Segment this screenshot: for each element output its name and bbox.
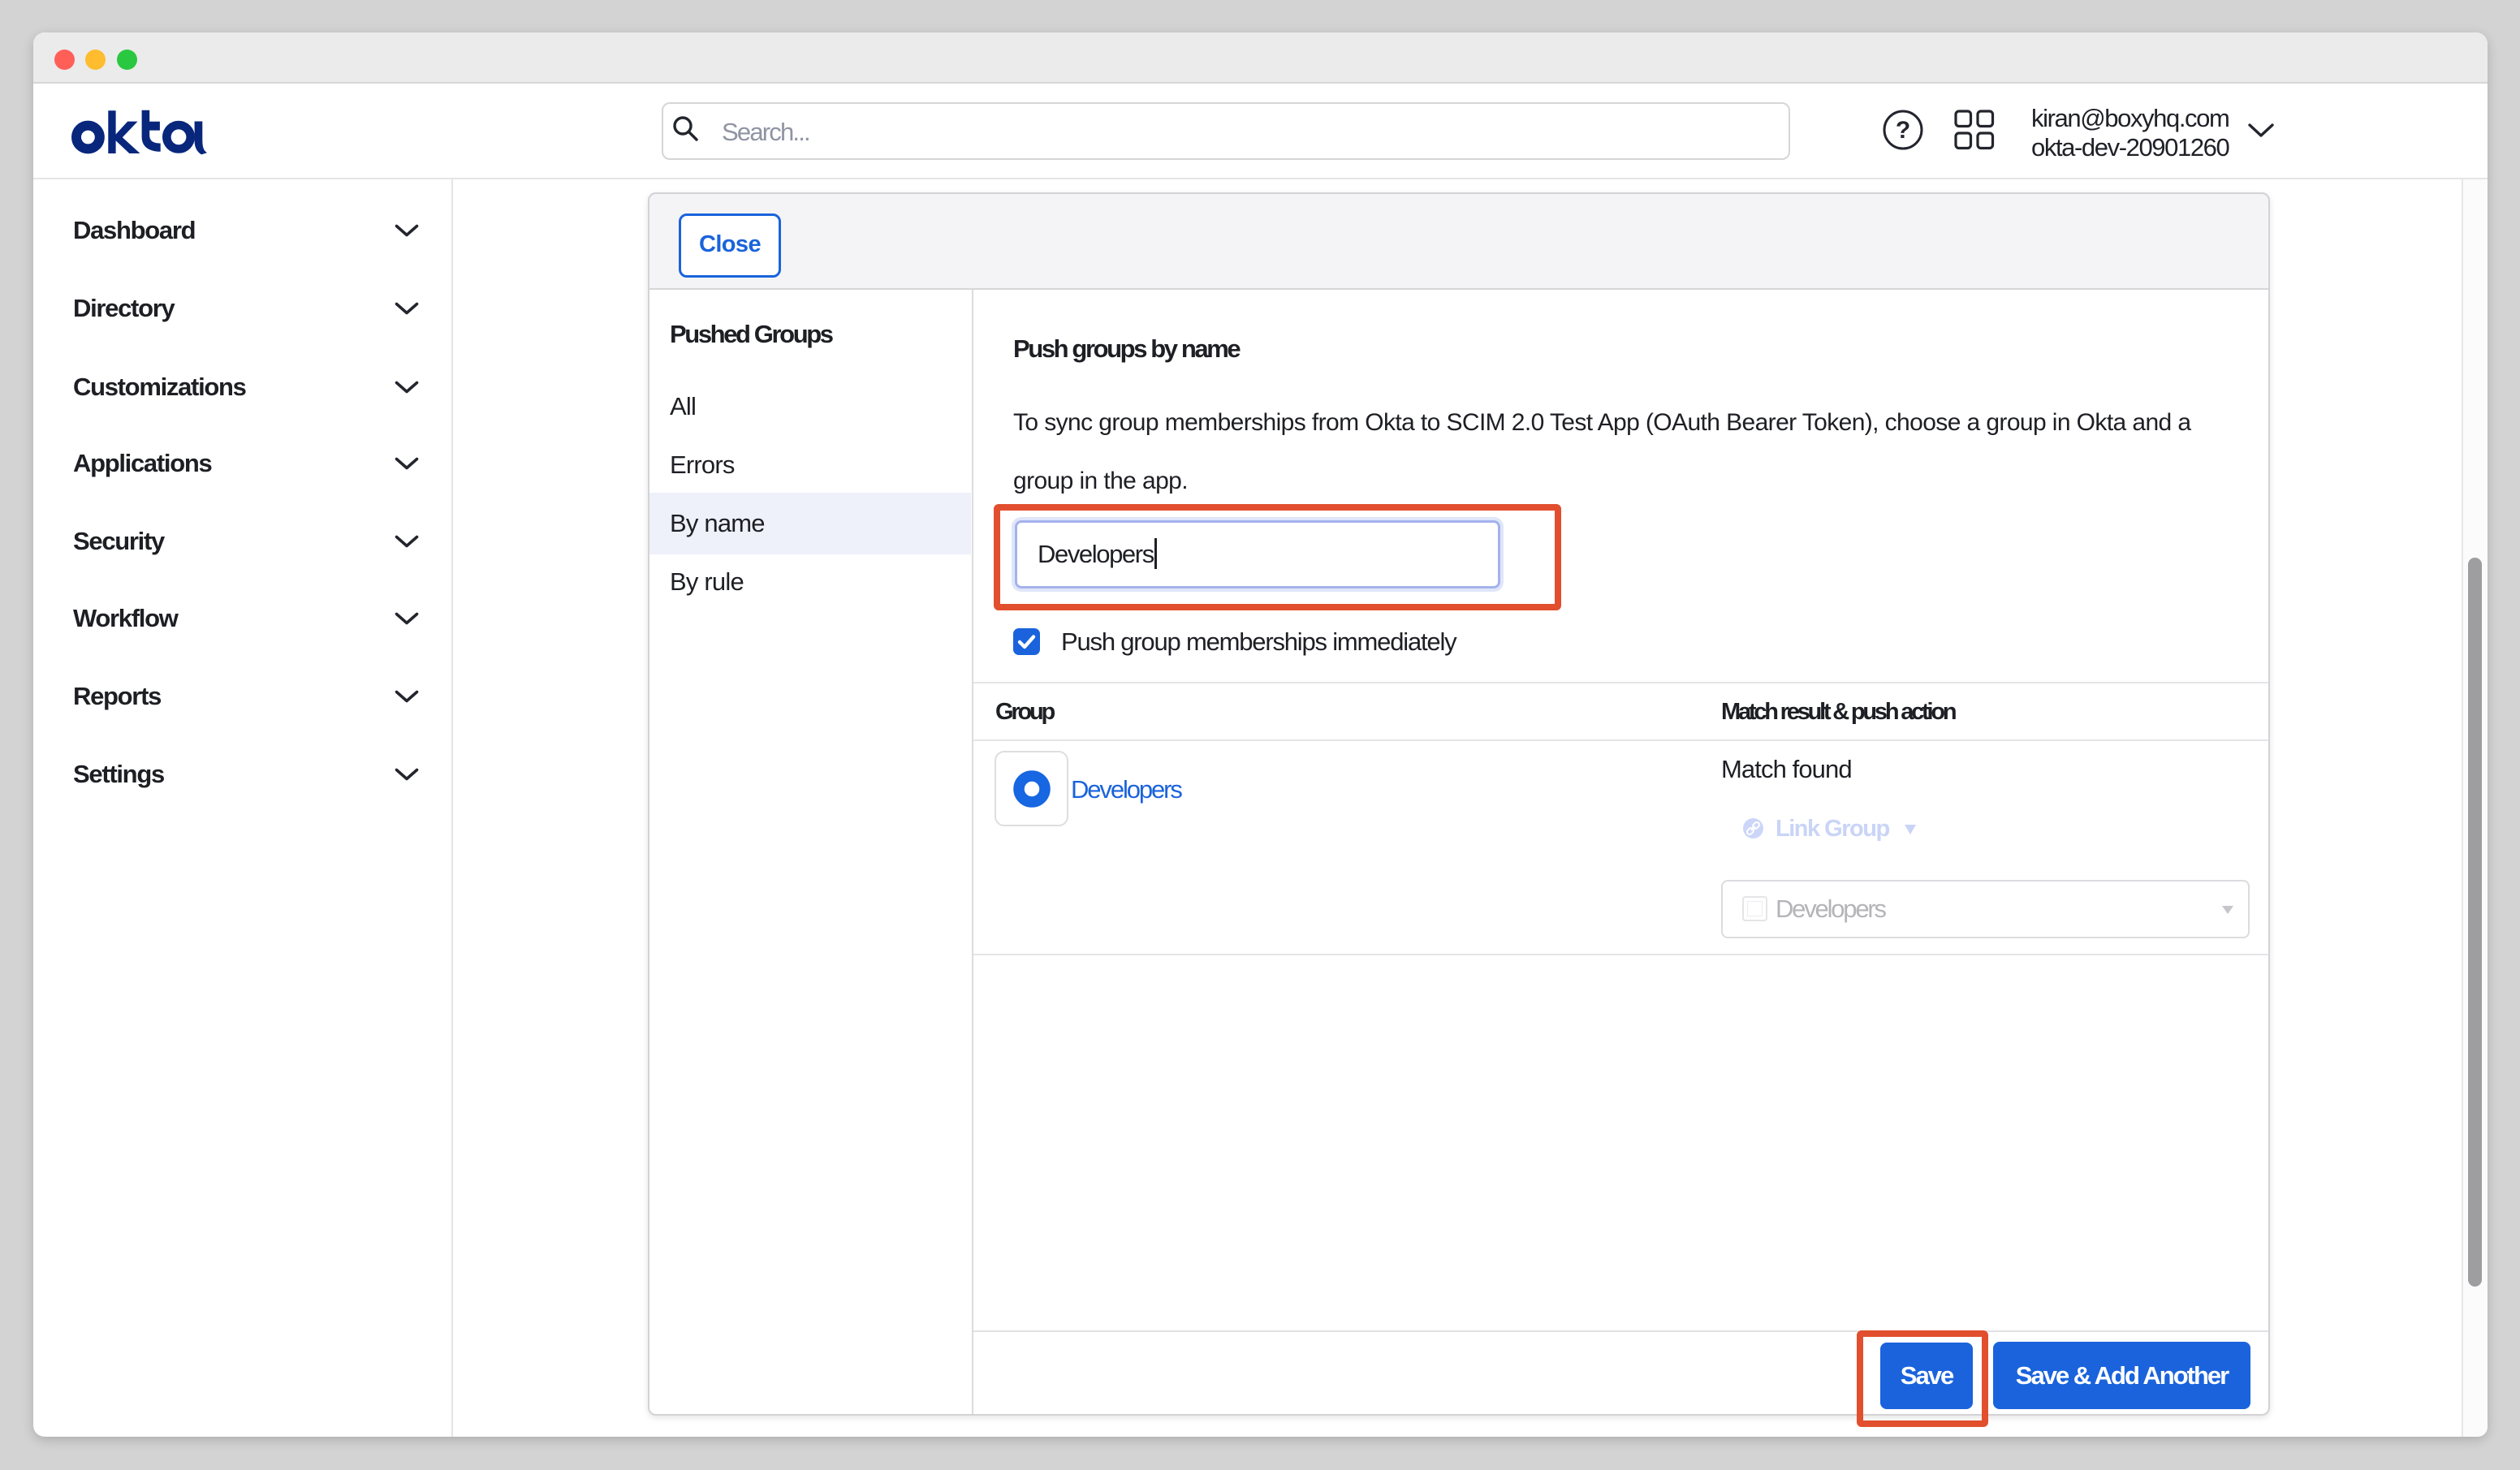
svg-text:?: ? <box>1896 117 1910 144</box>
